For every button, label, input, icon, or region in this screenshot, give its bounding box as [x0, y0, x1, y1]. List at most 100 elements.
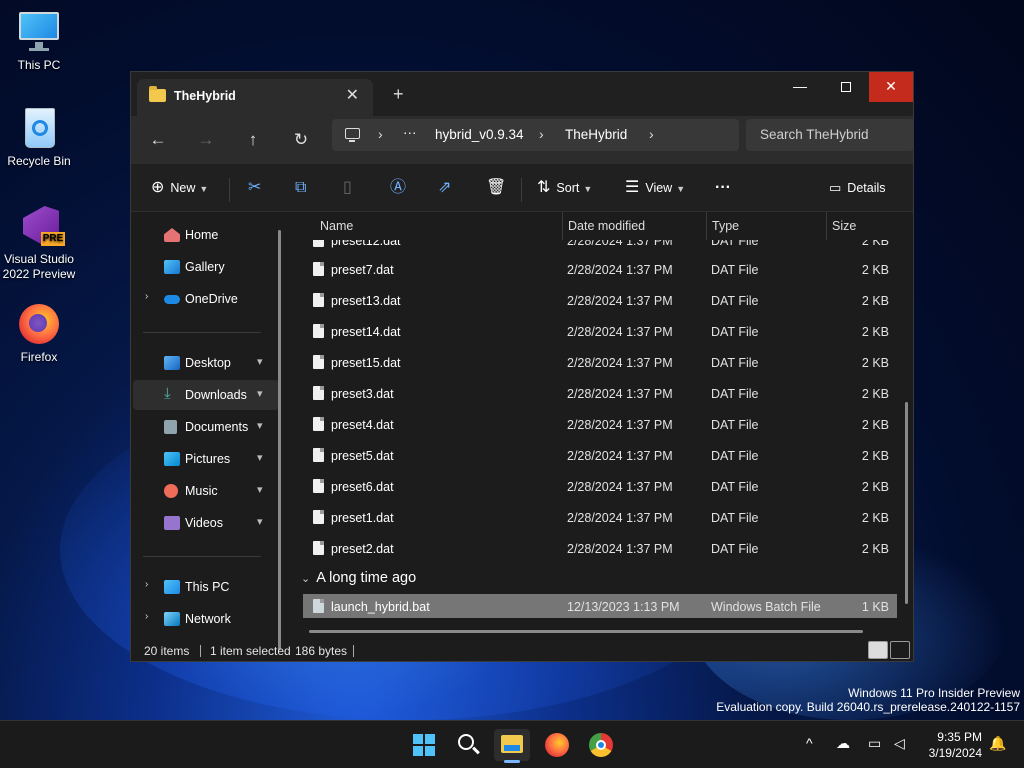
column-header-date[interactable]: Date modified: [568, 219, 645, 233]
maximize-button[interactable]: [823, 72, 869, 102]
table-row[interactable]: preset14.dat 2/28/2024 1:37 PM DAT File …: [303, 316, 897, 347]
monitor-icon: [164, 580, 180, 594]
forward-button[interactable]: →: [191, 126, 221, 154]
address-bar[interactable]: › ··· hybrid_v0.9.34 › TheHybrid ›: [332, 119, 739, 151]
share-icon: ⇗: [438, 179, 452, 196]
file-icon: [313, 510, 324, 524]
breadcrumb-hybrid[interactable]: hybrid_v0.9.34: [435, 127, 524, 142]
view-button[interactable]: ☰ View ▼: [625, 176, 685, 200]
file-date: 2/28/2024 1:37 PM: [567, 325, 673, 339]
table-row[interactable]: preset5.dat 2/28/2024 1:37 PM DAT File 2…: [303, 440, 897, 471]
chevron-right-icon[interactable]: ›: [145, 579, 148, 590]
tab-thehybrid[interactable]: TheHybrid ✕: [137, 79, 373, 116]
sidebar-item-onedrive[interactable]: › OneDrive: [133, 284, 279, 314]
search-icon-handle: [472, 746, 480, 755]
file-icon: [313, 479, 324, 493]
new-tab-button[interactable]: +: [393, 84, 404, 105]
desktop-icon-recycle-bin[interactable]: Recycle Bin: [2, 106, 76, 169]
file-explorer-taskbar-button[interactable]: [494, 729, 530, 763]
chevron-right-icon[interactable]: ›: [145, 291, 148, 302]
desktop-folder-icon: [164, 356, 180, 370]
sidebar-item-videos[interactable]: Videos ▾: [133, 508, 279, 538]
table-row[interactable]: preset15.dat 2/28/2024 1:37 PM DAT File …: [303, 347, 897, 378]
paste-button[interactable]: ▯: [343, 176, 358, 200]
status-divider: [353, 645, 354, 657]
table-row-selected[interactable]: launch_hybrid.bat 12/13/2023 1:13 PM Win…: [303, 594, 897, 618]
desktop-icon-visual-studio[interactable]: PRE Visual Studio 2022 Preview: [2, 204, 76, 282]
column-divider[interactable]: [562, 212, 563, 240]
desktop-icon-label: Recycle Bin: [7, 154, 71, 168]
start-button[interactable]: [406, 729, 442, 761]
table-row[interactable]: preset1.dat 2/28/2024 1:37 PM DAT File 2…: [303, 502, 897, 533]
file-icon: [313, 355, 324, 369]
sidebar-item-documents[interactable]: Documents ▾: [133, 412, 279, 442]
onedrive-tray-icon[interactable]: ☁: [836, 735, 850, 752]
column-header-name[interactable]: Name: [320, 219, 353, 233]
sidebar-item-network[interactable]: › Network: [133, 604, 279, 634]
column-header-size[interactable]: Size: [832, 219, 856, 233]
vertical-scrollbar[interactable]: [905, 402, 908, 604]
minimize-button[interactable]: —: [777, 72, 823, 102]
details-button[interactable]: ▭ Details: [829, 176, 886, 200]
file-type: DAT File: [711, 418, 759, 432]
group-header-a-long-time-ago[interactable]: ⌄ A long time ago: [301, 570, 416, 586]
cut-button[interactable]: ✂: [248, 176, 267, 200]
table-row[interactable]: preset2.dat 2/28/2024 1:37 PM DAT File 2…: [303, 533, 897, 564]
sidebar-item-pictures[interactable]: Pictures ▾: [133, 444, 279, 474]
more-options-button[interactable]: ···: [715, 176, 731, 200]
monitor-icon: [17, 10, 61, 54]
desktop-icon-this-pc[interactable]: This PC: [2, 10, 76, 73]
pin-icon: ▾: [257, 452, 263, 464]
volume-muted-icon[interactable]: ◁: [894, 735, 905, 752]
column-header-type[interactable]: Type: [712, 219, 739, 233]
column-divider[interactable]: [826, 212, 827, 240]
details-view-toggle[interactable]: [868, 641, 888, 659]
tab-close-button[interactable]: ✕: [346, 85, 359, 105]
table-row[interactable]: preset7.dat 2/28/2024 1:37 PM DAT File 2…: [303, 254, 897, 285]
firefox-taskbar-button[interactable]: [538, 729, 574, 761]
back-button[interactable]: ←: [143, 126, 173, 154]
column-divider[interactable]: [706, 212, 707, 240]
search-button[interactable]: [450, 729, 486, 761]
sidebar-item-gallery[interactable]: Gallery: [133, 252, 279, 282]
view-icon: ☰: [625, 179, 640, 196]
refresh-button[interactable]: ↻: [286, 126, 316, 154]
trash-icon: 🗑: [486, 179, 507, 196]
file-name: preset13.dat: [331, 294, 401, 308]
notification-bell-icon[interactable]: 🔔: [989, 735, 1006, 752]
tiles-view-toggle[interactable]: [890, 641, 910, 659]
chevron-right-icon[interactable]: ›: [145, 611, 148, 622]
table-row[interactable]: preset3.dat 2/28/2024 1:37 PM DAT File 2…: [303, 378, 897, 409]
desktop-icon-firefox[interactable]: Firefox: [2, 302, 76, 365]
sidebar-item-label: Gallery: [185, 260, 225, 274]
sidebar-item-downloads[interactable]: ⤓ Downloads ▾: [133, 380, 279, 410]
copy-button[interactable]: ⧉: [295, 176, 312, 200]
sidebar-item-label: Desktop: [185, 356, 231, 370]
item-count: 20 items: [144, 644, 190, 658]
breadcrumb-thehybrid[interactable]: TheHybrid: [565, 127, 627, 142]
sidebar-item-home[interactable]: Home: [133, 220, 279, 250]
sort-button[interactable]: ⇅ Sort ▼: [537, 176, 592, 200]
search-box[interactable]: Search TheHybrid: [746, 119, 914, 151]
clock[interactable]: 9:35 PM 3/19/2024: [920, 729, 982, 761]
close-window-button[interactable]: ✕: [869, 72, 913, 102]
share-button[interactable]: ⇗: [438, 176, 457, 200]
delete-button[interactable]: 🗑: [486, 176, 512, 200]
show-hidden-icons-button[interactable]: ^: [806, 735, 813, 751]
sidebar-item-music[interactable]: Music ▾: [133, 476, 279, 506]
file-size: 2 KB: [861, 418, 889, 432]
sidebar-item-this-pc[interactable]: › This PC: [133, 572, 279, 602]
new-button[interactable]: ⊕ New ▼: [151, 176, 208, 200]
sidebar-scrollbar[interactable]: [278, 230, 281, 650]
sidebar-item-desktop[interactable]: Desktop ▾: [133, 348, 279, 378]
network-tray-icon[interactable]: ▭: [868, 735, 881, 752]
table-row[interactable]: preset4.dat 2/28/2024 1:37 PM DAT File 2…: [303, 409, 897, 440]
table-row[interactable]: preset6.dat 2/28/2024 1:37 PM DAT File 2…: [303, 471, 897, 502]
horizontal-scrollbar[interactable]: [309, 630, 863, 633]
up-button[interactable]: ↑: [238, 126, 268, 154]
firefox-icon: [17, 302, 61, 346]
chrome-taskbar-button[interactable]: [582, 729, 618, 761]
breadcrumb-overflow[interactable]: ···: [403, 125, 417, 140]
rename-button[interactable]: Ⓐ: [390, 176, 412, 200]
table-row[interactable]: preset13.dat 2/28/2024 1:37 PM DAT File …: [303, 285, 897, 316]
